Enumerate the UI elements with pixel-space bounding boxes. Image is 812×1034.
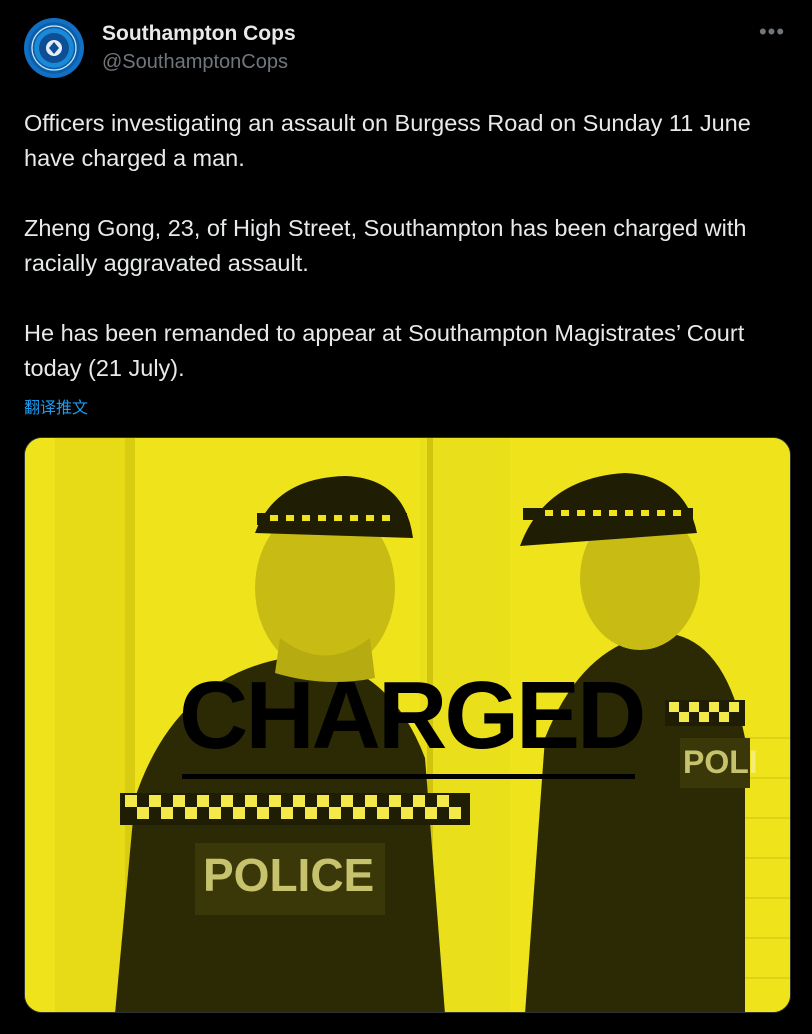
police-crest-icon <box>31 25 77 71</box>
tweet-paragraph: He has been remanded to appear at Southa… <box>24 320 745 381</box>
avatar[interactable] <box>24 18 84 78</box>
tweet-text: Officers investigating an assault on Bur… <box>24 106 794 386</box>
tweet-paragraph: Zheng Gong, 23, of High Street, Southamp… <box>24 215 747 276</box>
translate-link[interactable]: 翻译推文 <box>24 394 88 418</box>
tweet-media-image[interactable]: POLICE POLI CHARGED <box>24 437 791 1013</box>
vest-text-police-partial: POLI <box>683 744 758 780</box>
more-options-icon[interactable]: ••• <box>754 21 790 50</box>
display-name[interactable]: Southampton Cops <box>102 20 296 48</box>
tweet-header: Southampton Cops @SouthamptonCops ••• <box>24 18 794 78</box>
vest-text-police: POLICE <box>203 849 375 901</box>
charged-headline: CHARGED <box>179 662 646 769</box>
handle[interactable]: @SouthamptonCops <box>102 48 296 76</box>
headline-underline <box>182 774 635 779</box>
tweet-paragraph: Officers investigating an assault on Bur… <box>24 110 751 171</box>
